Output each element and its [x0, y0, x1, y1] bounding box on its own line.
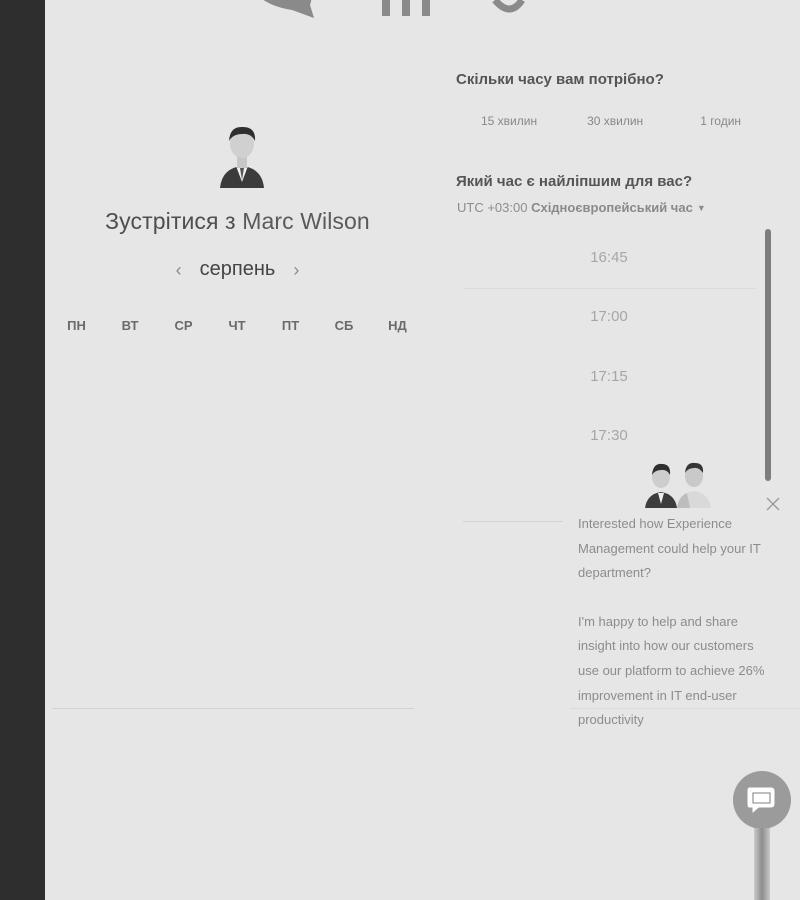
- chevron-left-icon[interactable]: ‹: [172, 260, 186, 280]
- time-slots-divider: [463, 521, 563, 522]
- month-navigation: ‹ серпень ›: [45, 258, 430, 281]
- weekday-wed: СР: [174, 318, 193, 333]
- weekday-header: ПН ВТ СР ЧТ ПТ СБ НД: [50, 318, 424, 333]
- left-sidebar-strip: [0, 0, 45, 900]
- chevron-right-icon[interactable]: ›: [289, 260, 303, 280]
- host-name: Marc Wilson: [242, 208, 370, 234]
- weekday-sun: НД: [388, 318, 407, 333]
- calendar-divider: [52, 708, 414, 709]
- duration-option-15min[interactable]: 15 хвилин: [481, 114, 537, 128]
- month-label: серпень: [199, 258, 276, 280]
- weekday-sat: СБ: [334, 318, 354, 333]
- duration-option-30min[interactable]: 30 хвилин: [587, 114, 643, 128]
- chat-launcher-shadow: [754, 828, 770, 900]
- chat-message-intro: Interested how Experience Management cou…: [578, 516, 761, 581]
- weekday-fri: ПТ: [281, 318, 300, 333]
- weekday-thu: ЧТ: [228, 318, 246, 333]
- timezone-offset: UTC +03:00: [457, 200, 528, 215]
- chat-bubble-icon: [746, 786, 776, 816]
- meeting-title: Зустрітися з Marc Wilson: [45, 208, 430, 235]
- timezone-name: Східноєвропейський час: [531, 200, 693, 215]
- weekday-tue: ВТ: [121, 318, 139, 333]
- timezone-selector[interactable]: UTC +03:00 Східноєвропейський час ▼: [457, 200, 706, 215]
- chat-message: Interested how Experience Management cou…: [578, 512, 778, 733]
- time-slot-scrollbar[interactable]: [765, 229, 771, 481]
- time-slot[interactable]: 17:15: [463, 349, 755, 408]
- duration-options: 15 хвилин 30 хвилин 1 годин: [456, 114, 786, 128]
- duration-option-1hour[interactable]: 1 годин: [700, 114, 741, 128]
- chat-launcher-button[interactable]: [733, 771, 791, 829]
- time-slot[interactable]: 17:30: [463, 408, 755, 467]
- brand-logo: [263, 0, 525, 18]
- chat-message-body: I'm happy to help and share insight into…: [578, 613, 765, 728]
- time-question: Який час є найліпшим для вас?: [456, 173, 693, 190]
- host-avatar: [220, 126, 264, 188]
- chat-agent-avatars: [645, 462, 711, 508]
- duration-question: Скільки часу вам потрібно?: [456, 71, 664, 88]
- time-slot[interactable]: 17:00: [463, 289, 755, 348]
- meeting-title-prefix: Зустрітися з: [105, 208, 236, 234]
- close-icon[interactable]: [763, 494, 783, 514]
- weekday-mon: ПН: [67, 318, 86, 333]
- caret-down-icon: ▼: [696, 203, 706, 213]
- time-slot[interactable]: 16:45: [463, 230, 755, 289]
